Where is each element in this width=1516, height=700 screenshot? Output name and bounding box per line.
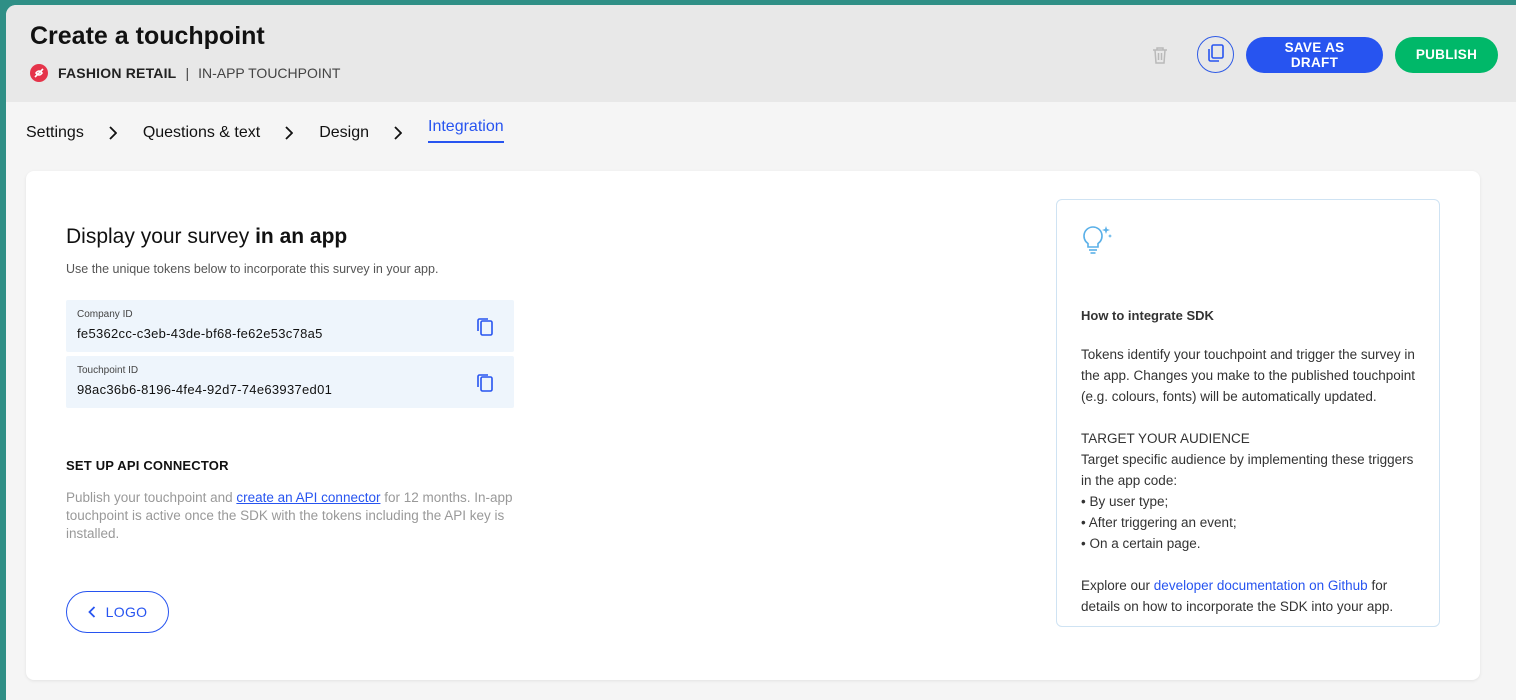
- page-header: Create a touchpoint FASHION RETAIL | IN-…: [6, 5, 1516, 102]
- lightbulb-icon: [1080, 223, 1114, 262]
- company-id-field: Company ID fe5362cc-c3eb-43de-bf68-fe62e…: [66, 300, 514, 352]
- back-button-label: LOGO: [105, 604, 148, 620]
- touchpoint-id-field: Touchpoint ID 98ac36b6-8196-4fe4-92d7-74…: [66, 356, 514, 408]
- audience-section: TARGET YOUR AUDIENCE Target specific aud…: [1081, 428, 1421, 554]
- help-panel-body: Tokens identify your touchpoint and trig…: [1081, 344, 1421, 638]
- help-panel: How to integrate SDK Tokens identify you…: [1056, 199, 1440, 627]
- developer-docs-link[interactable]: developer documentation on Github: [1154, 578, 1368, 593]
- api-text-before: Publish your touchpoint and: [66, 490, 237, 505]
- copy-icon[interactable]: [475, 317, 495, 337]
- publish-button[interactable]: PUBLISH: [1395, 36, 1498, 73]
- step-questions[interactable]: Questions & text: [143, 124, 260, 142]
- wizard-steps: Settings Questions & text Design Integra…: [26, 118, 504, 143]
- audience-bullet: • After triggering an event;: [1081, 515, 1237, 530]
- channel-type: IN-APP TOUCHPOINT: [198, 65, 341, 81]
- create-api-connector-link[interactable]: create an API connector: [236, 490, 380, 505]
- api-connector-text: Publish your touchpoint and create an AP…: [66, 489, 526, 543]
- breadcrumb-separator: |: [185, 65, 190, 81]
- brand-icon: [30, 64, 48, 82]
- copy-icon[interactable]: [475, 373, 495, 393]
- explore-text-before: Explore our: [1081, 578, 1154, 593]
- explore-paragraph: Explore our developer documentation on G…: [1081, 575, 1421, 617]
- touchpoint-id-label: Touchpoint ID: [77, 365, 139, 376]
- audience-bullet: • By user type;: [1081, 494, 1169, 509]
- section-title-bold: in an app: [255, 225, 348, 248]
- trash-icon[interactable]: [1149, 44, 1171, 66]
- step-integration[interactable]: Integration: [428, 118, 504, 143]
- app-window: Create a touchpoint FASHION RETAIL | IN-…: [6, 5, 1516, 700]
- api-connector-title: SET UP API CONNECTOR: [66, 458, 229, 473]
- chevron-right-icon: [108, 126, 117, 140]
- audience-text: Target specific audience by implementing…: [1081, 452, 1414, 488]
- touchpoint-id-value: 98ac36b6-8196-4fe4-92d7-74e63937ed01: [77, 382, 333, 397]
- step-design[interactable]: Design: [319, 124, 369, 142]
- page-title: Create a touchpoint: [30, 22, 265, 50]
- company-id-label: Company ID: [77, 309, 133, 320]
- step-settings[interactable]: Settings: [26, 124, 84, 142]
- audience-title: TARGET YOUR AUDIENCE: [1081, 431, 1250, 446]
- company-id-value: fe5362cc-c3eb-43de-bf68-fe62e53c78a5: [77, 326, 323, 341]
- header-actions: SAVE AS DRAFT PUBLISH: [1149, 36, 1498, 73]
- section-title-regular: Display your survey: [66, 225, 250, 248]
- help-panel-title: How to integrate SDK: [1081, 308, 1214, 323]
- breadcrumb: FASHION RETAIL | IN-APP TOUCHPOINT: [30, 64, 340, 82]
- chevron-right-icon: [393, 126, 403, 140]
- section-title: Display your survey in an app: [66, 225, 347, 249]
- duplicate-icon: [1206, 43, 1226, 66]
- brand-name: FASHION RETAIL: [58, 65, 177, 81]
- help-paragraph: Tokens identify your touchpoint and trig…: [1081, 347, 1415, 404]
- duplicate-button[interactable]: [1197, 36, 1234, 73]
- chevron-left-icon: [87, 606, 96, 618]
- save-draft-button[interactable]: SAVE AS DRAFT: [1246, 36, 1383, 73]
- section-description: Use the unique tokens below to incorpora…: [66, 262, 439, 276]
- chevron-right-icon: [284, 126, 294, 140]
- integration-card: Display your survey in an app Use the un…: [26, 171, 1480, 680]
- audience-bullet: • On a certain page.: [1081, 536, 1201, 551]
- back-button[interactable]: LOGO: [66, 591, 169, 633]
